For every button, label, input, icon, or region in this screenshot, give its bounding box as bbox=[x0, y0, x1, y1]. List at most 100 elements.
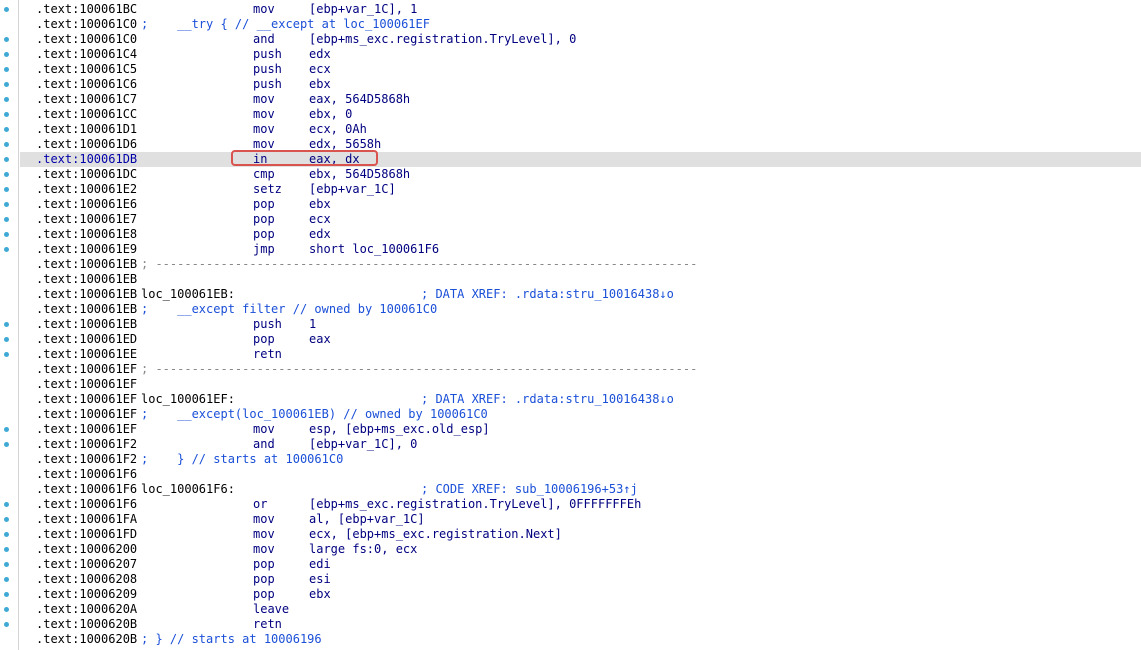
breakpoint-dot-icon[interactable] bbox=[4, 352, 9, 357]
operands[interactable]: [ebp+var_1C], 1 bbox=[309, 2, 417, 17]
operands[interactable]: edi bbox=[309, 557, 331, 572]
mnemonic[interactable]: mov bbox=[253, 107, 275, 122]
breakpoint-dot-icon[interactable] bbox=[4, 547, 9, 552]
breakpoint-dot-icon[interactable] bbox=[4, 247, 9, 252]
breakpoint-dot-icon[interactable] bbox=[4, 232, 9, 237]
breakpoint-dot-icon[interactable] bbox=[4, 427, 9, 432]
mnemonic[interactable]: pop bbox=[253, 557, 275, 572]
address[interactable]: .text:10006209 bbox=[36, 587, 137, 602]
listing-line[interactable]: .text:100061EE retn bbox=[20, 347, 1141, 362]
address[interactable]: .text:100061FA bbox=[36, 512, 137, 527]
listing-line[interactable]: .text:100061F6 bbox=[20, 467, 1141, 482]
mnemonic[interactable]: push bbox=[253, 62, 282, 77]
breakpoint-dot-icon[interactable] bbox=[4, 172, 9, 177]
operands[interactable]: large fs:0, ecx bbox=[309, 542, 417, 557]
mnemonic[interactable]: push bbox=[253, 77, 282, 92]
mnemonic[interactable]: or bbox=[253, 497, 267, 512]
listing-line[interactable]: .text:10006208 pop esi bbox=[20, 572, 1141, 587]
breakpoint-dot-icon[interactable] bbox=[4, 562, 9, 567]
listing-line[interactable]: .text:1000620B retn bbox=[20, 617, 1141, 632]
listing-line[interactable]: .text:100061EB loc_100061EB: ; DATA XREF: … bbox=[20, 287, 1141, 302]
xref-comment[interactable]: ; DATA XREF: .rdata:stru_10016438↓o bbox=[421, 392, 674, 407]
address[interactable]: .text:100061EB bbox=[36, 317, 137, 332]
mnemonic[interactable]: mov bbox=[253, 512, 275, 527]
address[interactable]: .text:100061EB bbox=[36, 302, 137, 317]
mnemonic[interactable]: push bbox=[253, 317, 282, 332]
breakpoint-dot-icon[interactable] bbox=[4, 622, 9, 627]
listing-line[interactable]: .text:100061F6 loc_100061F6: ; CODE XREF: … bbox=[20, 482, 1141, 497]
address[interactable]: .text:100061FD bbox=[36, 527, 137, 542]
breakpoint-dot-icon[interactable] bbox=[4, 142, 9, 147]
address[interactable]: .text:100061E2 bbox=[36, 182, 137, 197]
mnemonic[interactable]: leave bbox=[253, 602, 289, 617]
breakpoint-dot-icon[interactable] bbox=[4, 517, 9, 522]
mnemonic[interactable]: and bbox=[253, 437, 275, 452]
listing-line[interactable]: .text:1000620A leave bbox=[20, 602, 1141, 617]
operands[interactable]: ebx, 0 bbox=[309, 107, 352, 122]
mnemonic[interactable]: mov bbox=[253, 422, 275, 437]
listing-line[interactable]: .text:100061EB bbox=[20, 272, 1141, 287]
operands[interactable]: edx bbox=[309, 47, 331, 62]
mnemonic[interactable]: mov bbox=[253, 122, 275, 137]
mnemonic[interactable]: pop bbox=[253, 587, 275, 602]
operands[interactable]: 1 bbox=[309, 317, 316, 332]
mnemonic[interactable]: pop bbox=[253, 227, 275, 242]
listing-line[interactable]: .text:100061EF mov esp, [ebp+ms_exc.old_es… bbox=[20, 422, 1141, 437]
operands[interactable]: al, [ebp+var_1C] bbox=[309, 512, 425, 527]
operands[interactable]: ebx bbox=[309, 587, 331, 602]
listing-line[interactable]: .text:100061FA mov al, [ebp+var_1C] bbox=[20, 512, 1141, 527]
address[interactable]: .text:100061E7 bbox=[36, 212, 137, 227]
address[interactable]: .text:100061CC bbox=[36, 107, 137, 122]
address[interactable]: .text:100061E6 bbox=[36, 197, 137, 212]
listing-line[interactable]: .text:100061ED pop eax bbox=[20, 332, 1141, 347]
mnemonic[interactable]: pop bbox=[253, 212, 275, 227]
listing-line[interactable]: .text:100061F2 ; } // starts at 100061C0 bbox=[20, 452, 1141, 467]
code-label[interactable]: loc_100061F6: bbox=[141, 482, 235, 497]
address[interactable]: .text:100061BC bbox=[36, 2, 137, 17]
address[interactable]: .text:100061F6 bbox=[36, 482, 137, 497]
address[interactable]: .text:100061DB bbox=[36, 152, 137, 167]
listing-line[interactable]: .text:100061BC mov [ebp+var_1C], 1 bbox=[20, 2, 1141, 17]
breakpoint-dot-icon[interactable] bbox=[4, 337, 9, 342]
address[interactable]: .text:10006208 bbox=[36, 572, 137, 587]
address[interactable]: .text:100061EE bbox=[36, 347, 137, 362]
breakpoint-dot-icon[interactable] bbox=[4, 97, 9, 102]
operands[interactable]: [ebp+var_1C], 0 bbox=[309, 437, 417, 452]
address[interactable]: .text:100061EF bbox=[36, 362, 137, 377]
mnemonic[interactable]: cmp bbox=[253, 167, 275, 182]
address[interactable]: .text:100061EB bbox=[36, 257, 137, 272]
breakpoint-dot-icon[interactable] bbox=[4, 322, 9, 327]
mnemonic[interactable]: mov bbox=[253, 542, 275, 557]
breakpoint-dot-icon[interactable] bbox=[4, 52, 9, 57]
address[interactable]: .text:100061C5 bbox=[36, 62, 137, 77]
mnemonic[interactable]: retn bbox=[253, 347, 282, 362]
operands[interactable]: ecx, 0Ah bbox=[309, 122, 367, 137]
listing-line[interactable]: .text:100061F6 or [ebp+ms_exc.registration… bbox=[20, 497, 1141, 512]
breakpoint-dot-icon[interactable] bbox=[4, 157, 9, 162]
address[interactable]: .text:10006200 bbox=[36, 542, 137, 557]
listing-line[interactable]: .text:100061E2 setz [ebp+var_1C] bbox=[20, 182, 1141, 197]
listing-line[interactable]: .text:100061C7 mov eax, 564D5868h bbox=[20, 92, 1141, 107]
operands[interactable]: ecx, [ebp+ms_exc.registration.Next] bbox=[309, 527, 562, 542]
xref-comment[interactable]: ; CODE XREF: sub_10006196+53↑j bbox=[421, 482, 638, 497]
address[interactable]: .text:100061D1 bbox=[36, 122, 137, 137]
operands[interactable]: [ebp+var_1C] bbox=[309, 182, 396, 197]
address[interactable]: .text:100061E8 bbox=[36, 227, 137, 242]
listing-line-selected[interactable]: .text:100061DB in eax, dx bbox=[20, 152, 1141, 167]
breakpoint-dot-icon[interactable] bbox=[4, 502, 9, 507]
breakpoint-dot-icon[interactable] bbox=[4, 112, 9, 117]
mnemonic[interactable]: mov bbox=[253, 2, 275, 17]
listing-line[interactable]: .text:10006207 pop edi bbox=[20, 557, 1141, 572]
listing-line[interactable]: .text:10006200 mov large fs:0, ecx bbox=[20, 542, 1141, 557]
listing-line[interactable]: .text:100061E7 pop ecx bbox=[20, 212, 1141, 227]
listing-line[interactable]: .text:100061C6 push ebx bbox=[20, 77, 1141, 92]
operands[interactable]: eax, 564D5868h bbox=[309, 92, 410, 107]
breakpoint-dot-icon[interactable] bbox=[4, 577, 9, 582]
listing-line[interactable]: .text:100061E8 pop edx bbox=[20, 227, 1141, 242]
listing-line[interactable]: .text:100061C4 push edx bbox=[20, 47, 1141, 62]
address[interactable]: .text:100061EB bbox=[36, 272, 137, 287]
listing-line[interactable]: .text:100061EB push 1 bbox=[20, 317, 1141, 332]
listing-line[interactable]: .text:100061D1 mov ecx, 0Ah bbox=[20, 122, 1141, 137]
listing-line[interactable]: .text:100061EF loc_100061EF: ; DATA XREF: … bbox=[20, 392, 1141, 407]
listing-line[interactable]: .text:100061DC cmp ebx, 564D5868h bbox=[20, 167, 1141, 182]
